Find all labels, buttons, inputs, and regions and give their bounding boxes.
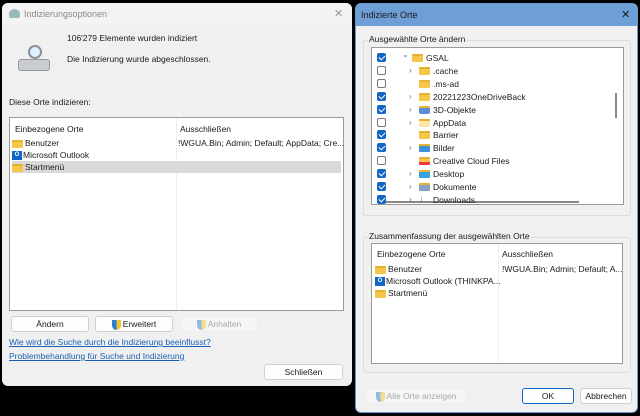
column-header-exclude: Ausschließen bbox=[502, 249, 554, 259]
vertical-scrollbar[interactable] bbox=[615, 93, 617, 118]
tree-item-label: AppData bbox=[433, 117, 467, 128]
tree-item-label: Bilder bbox=[433, 143, 455, 154]
folder-icon bbox=[419, 157, 430, 166]
folder-icon bbox=[419, 92, 430, 101]
chevron-right-icon[interactable]: › bbox=[409, 142, 412, 154]
chevron-right-icon[interactable]: › bbox=[409, 181, 412, 193]
chevron-right-icon[interactable]: › bbox=[409, 91, 412, 103]
group-label: Ausgewählte Orte ändern bbox=[368, 34, 467, 44]
locations-list[interactable]: Einbezogene Orte Ausschließen Benutzer !W… bbox=[9, 117, 344, 311]
checkbox[interactable] bbox=[377, 53, 386, 62]
column-header-included: Einbezogene Orte bbox=[377, 249, 446, 259]
chevron-down-icon[interactable]: ⌄ bbox=[402, 49, 409, 61]
close-icon[interactable]: ✕ bbox=[334, 7, 343, 20]
indexed-count: 106'279 Elemente wurden indiziert bbox=[67, 33, 198, 43]
troubleshoot-link[interactable]: Problembehandlung für Suche und Indizier… bbox=[9, 351, 184, 361]
list-item: O Microsoft Outlook (THINKPA... bbox=[375, 275, 501, 287]
ok-button[interactable]: OK bbox=[522, 388, 574, 404]
chevron-right-icon[interactable]: › bbox=[409, 194, 412, 204]
chevron-right-icon[interactable]: › bbox=[409, 168, 412, 180]
list-item[interactable]: O Microsoft Outlook bbox=[12, 149, 341, 161]
column-header-included[interactable]: Einbezogene Orte bbox=[15, 123, 84, 135]
section-label: Diese Orte indizieren: bbox=[9, 97, 91, 107]
list-item: Startmenü bbox=[375, 287, 427, 299]
tree-item-label: Dokumente bbox=[433, 182, 477, 192]
checkbox[interactable] bbox=[377, 91, 386, 101]
shield-icon bbox=[196, 319, 206, 330]
list-item[interactable]: Benutzer !WGUA.Bin; Admin; Default; AppDa… bbox=[12, 137, 344, 149]
checkbox[interactable] bbox=[377, 143, 386, 153]
advanced-button[interactable]: Erweitert bbox=[95, 316, 173, 332]
indexing-drive-icon bbox=[18, 45, 52, 73]
folder-icon bbox=[419, 183, 430, 191]
checkbox[interactable] bbox=[377, 104, 386, 114]
folder-icon bbox=[419, 170, 430, 179]
tree-item-label: .cache bbox=[433, 65, 459, 76]
title-bar: Indizierte Orte ✕ bbox=[356, 4, 637, 26]
outlook-icon: O bbox=[375, 277, 385, 287]
checkbox[interactable] bbox=[377, 182, 386, 191]
checkbox[interactable] bbox=[377, 169, 386, 179]
checkbox[interactable] bbox=[377, 78, 386, 88]
folder-icon bbox=[412, 54, 423, 62]
window-title: Indizierungsoptionen bbox=[24, 9, 108, 19]
tree-item-label: Desktop bbox=[433, 169, 465, 180]
folder-icon bbox=[375, 265, 386, 274]
search-indexing-help-link[interactable]: Wie wird die Suche durch die Indizierung… bbox=[9, 337, 211, 347]
folder-icon bbox=[419, 66, 430, 75]
outlook-icon: O bbox=[12, 151, 22, 161]
folder-icon bbox=[419, 131, 430, 140]
change-button[interactable]: Ändern bbox=[11, 316, 89, 332]
summary-list[interactable]: Einbezogene Orte Ausschließen Benutzer !W… bbox=[371, 243, 623, 364]
chevron-right-icon[interactable]: › bbox=[409, 117, 412, 129]
tree-item-label: Barrier bbox=[433, 130, 459, 141]
group-label: Zusammenfassung der ausgewählten Orte bbox=[368, 231, 531, 241]
tree-item-label: 3D-Objekte bbox=[433, 104, 476, 115]
close-icon[interactable]: ✕ bbox=[621, 8, 630, 21]
indexing-options-window: Indizierungsoptionen ✕ 106'279 Elemente … bbox=[2, 3, 352, 386]
folder-icon bbox=[419, 118, 430, 127]
checkbox[interactable] bbox=[377, 117, 386, 127]
column-header-exclude[interactable]: Ausschließen bbox=[180, 123, 231, 135]
shield-icon bbox=[111, 319, 121, 330]
indexed-locations-dialog: Indizierte Orte ✕ Ausgewählte Orte änder… bbox=[355, 3, 638, 413]
tree-item-label: .ms-ad bbox=[433, 78, 459, 89]
title-bar: Indizierungsoptionen ✕ bbox=[2, 3, 352, 25]
checkbox[interactable] bbox=[377, 65, 386, 75]
shield-icon bbox=[375, 391, 385, 402]
dialog-title: Indizierte Orte bbox=[361, 10, 418, 20]
tree-item-label: 20221223OneDriveBack bbox=[433, 91, 526, 102]
folder-icon bbox=[419, 79, 430, 88]
folder-icon bbox=[375, 289, 386, 298]
list-item: Benutzer !WGUA.Bin; Admin; Default; A... bbox=[375, 263, 622, 275]
pause-button: Anhalten bbox=[180, 316, 258, 332]
show-all-locations-button: Alle Orte anzeigen bbox=[365, 388, 467, 404]
checkbox[interactable] bbox=[377, 156, 386, 166]
indexing-status: Die Indizierung wurde abgeschlossen. bbox=[67, 54, 211, 64]
folder-icon bbox=[419, 105, 430, 114]
folder-icon: ↓ bbox=[419, 193, 424, 205]
chevron-right-icon[interactable]: › bbox=[409, 65, 412, 77]
app-icon bbox=[9, 9, 20, 18]
close-button[interactable]: Schließen bbox=[264, 364, 343, 380]
tree-item-label: Creative Cloud Files bbox=[433, 156, 510, 167]
horizontal-scrollbar[interactable] bbox=[384, 201, 579, 203]
checkbox[interactable] bbox=[377, 130, 386, 140]
folder-tree[interactable]: ⌄ GSAL › .cache .ms-ad › 20221223OneDriveBack ›… bbox=[371, 47, 624, 205]
chevron-right-icon[interactable]: › bbox=[409, 104, 412, 116]
tree-item-label: Downloads bbox=[433, 194, 476, 205]
list-item[interactable]: Startmenü bbox=[12, 161, 341, 173]
checkbox[interactable] bbox=[377, 194, 386, 204]
folder-icon bbox=[419, 144, 430, 153]
folder-icon bbox=[12, 163, 23, 172]
folder-icon bbox=[12, 139, 23, 148]
cancel-button[interactable]: Abbrechen bbox=[580, 388, 632, 404]
tree-item-label: GSAL bbox=[426, 53, 449, 63]
